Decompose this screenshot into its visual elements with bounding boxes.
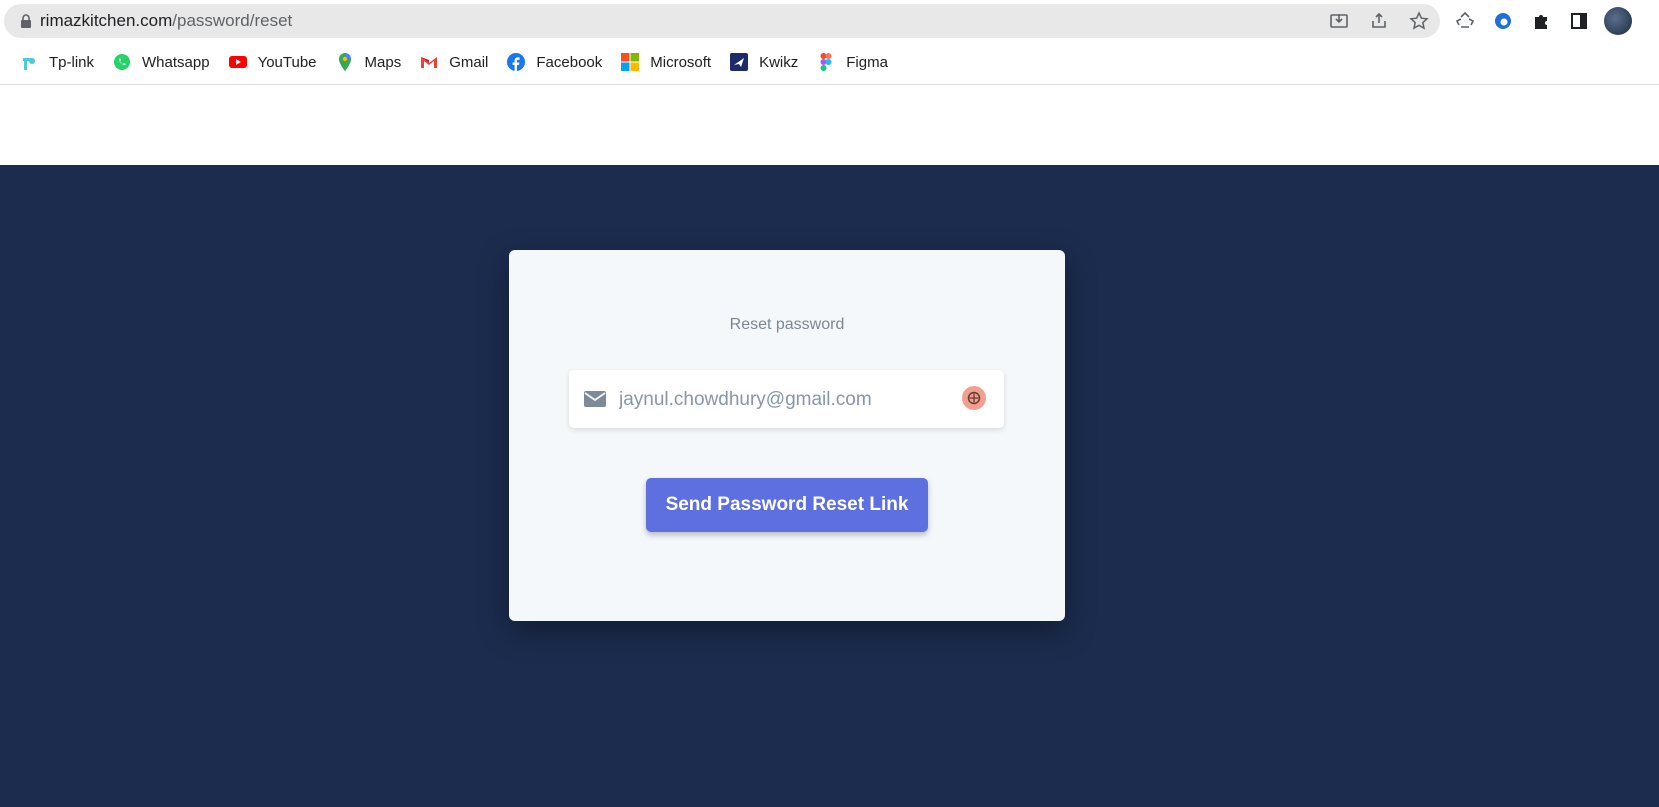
star-icon[interactable]	[1406, 8, 1432, 34]
envelope-icon	[583, 388, 607, 410]
bookmark-label: Gmail	[449, 53, 489, 71]
bookmark-label: YouTube	[257, 53, 317, 71]
bookmark-label: Tp-link	[49, 53, 95, 71]
lock-icon[interactable]	[12, 4, 40, 38]
bookmarks-bar: Tp-link Whatsapp YouTube Maps Gmail Face…	[10, 46, 897, 78]
url-host: rimazkitchen.com	[40, 11, 173, 30]
send-reset-link-button[interactable]: Send Password Reset Link	[646, 478, 928, 532]
tplink-icon	[19, 52, 39, 72]
share-icon[interactable]	[1366, 8, 1392, 34]
kwikz-icon	[729, 52, 749, 72]
install-app-icon[interactable]	[1326, 8, 1352, 34]
maps-icon	[335, 52, 355, 72]
whatsapp-icon	[112, 52, 132, 72]
card-title: Reset password	[729, 316, 845, 333]
site-header	[0, 85, 1659, 165]
password-manager-icon[interactable]	[962, 386, 986, 410]
edge-extension-icon[interactable]	[1490, 8, 1516, 34]
bookmark-label: Kwikz	[759, 53, 799, 71]
bookmark-label: Whatsapp	[142, 53, 210, 71]
email-field-wrapper	[569, 370, 1004, 430]
url-text[interactable]: rimazkitchen.com/password/reset	[40, 11, 292, 31]
gmail-icon	[419, 52, 439, 72]
reset-password-card: Reset password Send Password Reset Link	[509, 250, 1065, 621]
figma-icon	[816, 52, 836, 72]
facebook-icon	[506, 52, 526, 72]
bookmark-label: Maps	[364, 53, 402, 71]
bookmark-kwikz[interactable]: Kwikz	[720, 48, 807, 76]
address-bar[interactable]: rimazkitchen.com/password/reset	[4, 4, 1440, 38]
bookmark-facebook[interactable]: Facebook	[497, 48, 611, 76]
bookmark-gmail[interactable]: Gmail	[410, 48, 497, 76]
bookmark-figma[interactable]: Figma	[807, 48, 897, 76]
bookmark-label: Facebook	[536, 53, 603, 71]
youtube-icon	[228, 52, 248, 72]
microsoft-icon	[620, 52, 640, 72]
bookmark-tplink[interactable]: Tp-link	[10, 48, 103, 76]
bookmark-youtube[interactable]: YouTube	[219, 48, 326, 76]
recycle-extension-icon[interactable]	[1452, 8, 1478, 34]
profile-avatar[interactable]	[1604, 7, 1632, 35]
bookmark-maps[interactable]: Maps	[326, 48, 411, 76]
side-panel-icon[interactable]	[1566, 8, 1592, 34]
url-path: /password/reset	[172, 11, 293, 30]
extensions-puzzle-icon[interactable]	[1528, 8, 1554, 34]
browser-chrome: rimazkitchen.com/password/reset Tp-link …	[0, 0, 1659, 85]
bookmark-microsoft[interactable]: Microsoft	[611, 48, 720, 76]
bookmark-whatsapp[interactable]: Whatsapp	[103, 48, 219, 76]
email-input[interactable]	[617, 370, 951, 430]
bookmark-label: Figma	[846, 53, 888, 71]
bookmark-label: Microsoft	[650, 53, 712, 71]
